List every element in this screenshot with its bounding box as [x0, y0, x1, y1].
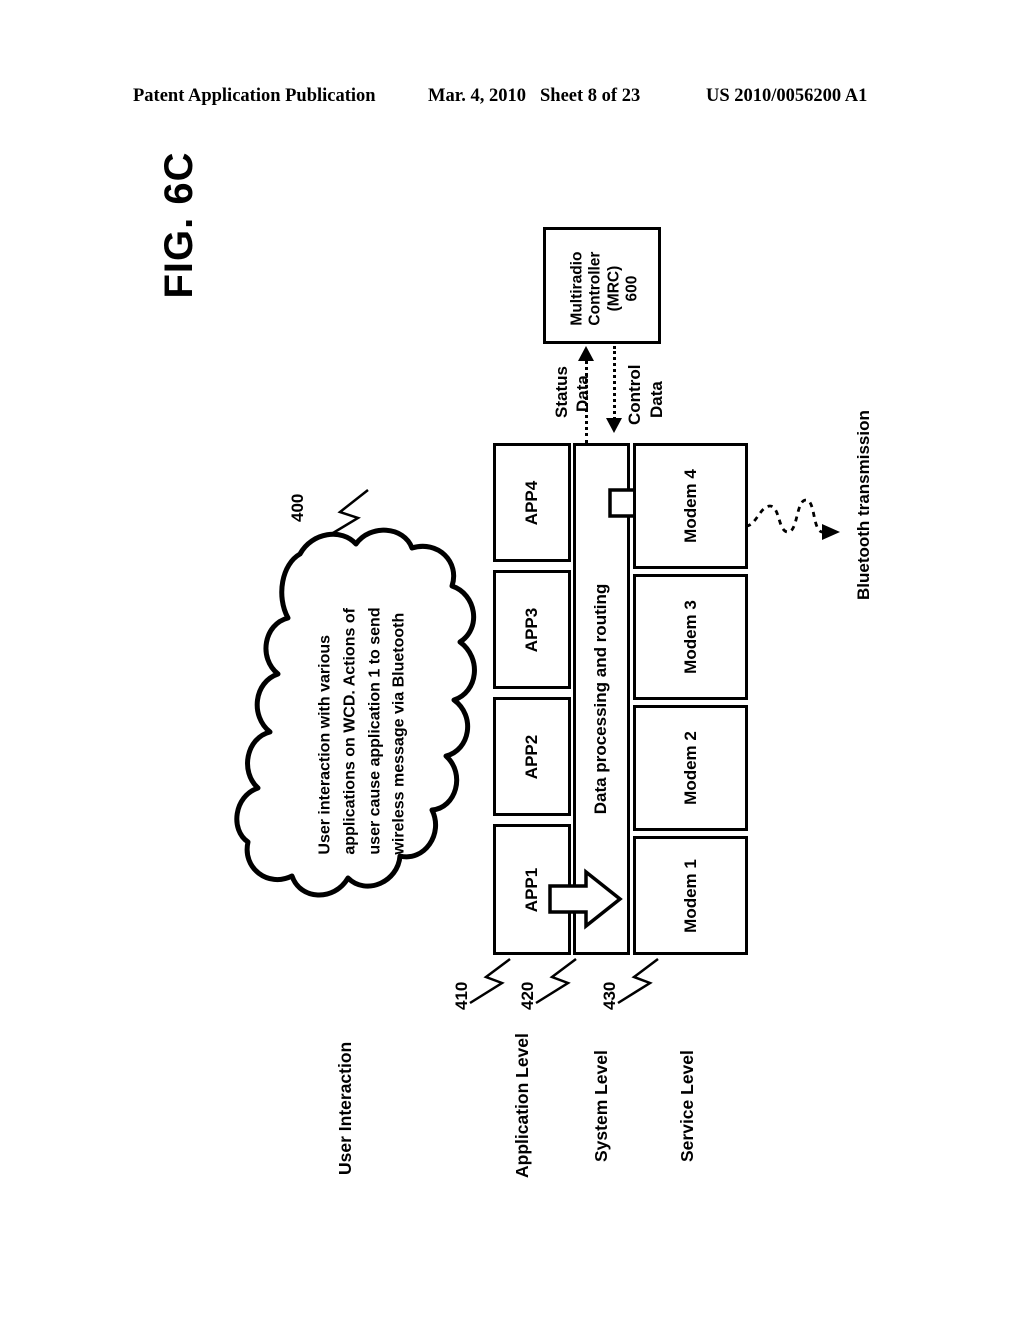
modem-box-modem3: Modem 3 [633, 574, 748, 700]
app3-label: APP3 [521, 607, 541, 652]
leader-line-420 [535, 958, 577, 1005]
figure-label: FIG. 6C [156, 151, 201, 299]
cloud-line-1: User interaction with various [316, 635, 334, 855]
level-label-system: System Level [591, 1050, 611, 1162]
sheet-number: Sheet 8 of 23 [540, 86, 641, 106]
cloud-text-block: User interaction with various applicatio… [238, 520, 488, 940]
bluetooth-transmission-wave-icon [745, 498, 840, 540]
status-data-label-line1: Status [552, 366, 571, 418]
cloud-line-2: applications on WCD. Actions of [341, 608, 359, 855]
modem-box-modem2: Modem 2 [633, 705, 748, 831]
multiradio-controller-label: Multiradio Controller (MRC) 600 [546, 230, 664, 347]
leader-line-400 [327, 489, 369, 538]
mrc-line-3: (MRC) [605, 265, 622, 312]
publication-date: Mar. 4, 2010 [428, 86, 526, 106]
modem2-label: Modem 2 [680, 731, 700, 805]
control-data-label-line1: Control [625, 364, 644, 425]
app-box-app3: APP3 [493, 570, 571, 689]
control-data-label-line2: Data [647, 381, 666, 418]
multiradio-controller-box: Multiradio Controller (MRC) 600 [543, 227, 661, 344]
mrc-line-1: Multiradio [568, 251, 586, 326]
leader-line-430 [617, 958, 659, 1005]
level-label-service: Service Level [677, 1050, 697, 1162]
control-data-arrowhead-icon [606, 418, 622, 433]
control-data-line [613, 346, 616, 420]
cloud-line-3: user cause application 1 to send [366, 607, 383, 855]
level-label-user-interaction: User Interaction [335, 1041, 355, 1175]
bluetooth-transmission-label: Bluetooth transmission [854, 410, 873, 600]
status-data-label-line2: Data [573, 375, 592, 412]
app1-to-processing-arrow-icon [548, 868, 623, 930]
app-box-app4: APP4 [493, 443, 571, 562]
patent-number: US 2010/0056200 A1 [706, 86, 868, 106]
leader-line-410 [469, 958, 511, 1005]
publication-title: Patent Application Publication [133, 86, 376, 106]
modem-box-modem1: Modem 1 [633, 836, 748, 955]
modem4-label: Modem 4 [680, 469, 700, 543]
mrc-line-2: Controller [586, 251, 604, 326]
level-label-application: Application Level [512, 1033, 532, 1178]
status-data-arrowhead-icon [578, 346, 594, 361]
cloud-line-4: wireless message via Bluetooth [390, 613, 408, 855]
mrc-line-4: 600 [623, 275, 641, 302]
modem-box-modem4: Modem 4 [633, 443, 748, 569]
reference-numeral-400: 400 [288, 493, 307, 522]
user-interaction-cloud: User interaction with various applicatio… [234, 520, 488, 940]
app-box-app2: APP2 [493, 697, 571, 816]
app4-label: APP4 [521, 480, 541, 525]
modem3-label: Modem 3 [680, 600, 700, 674]
modem1-label: Modem 1 [680, 858, 700, 933]
app2-label: APP2 [521, 734, 541, 779]
